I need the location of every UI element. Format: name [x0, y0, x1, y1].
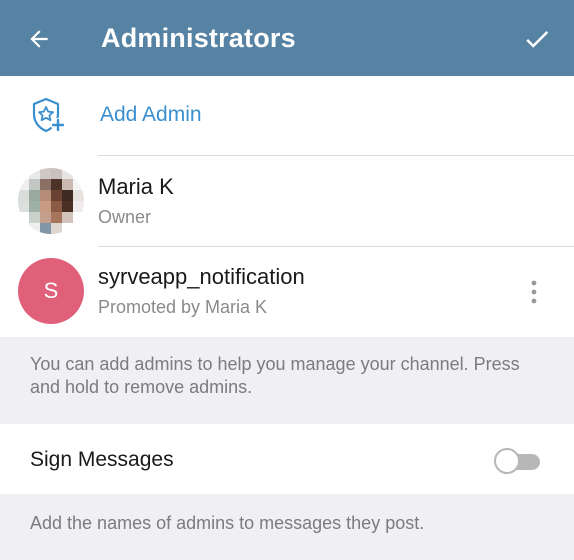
divider	[98, 155, 574, 156]
shield-star-plus-icon	[32, 97, 65, 133]
arrow-left-icon	[30, 30, 48, 48]
add-admin-button[interactable]: Add Admin	[0, 76, 574, 156]
admins-hint: You can add admins to help you manage yo…	[30, 354, 520, 397]
sign-messages-label: Sign Messages	[30, 448, 174, 471]
avatar: S	[18, 258, 84, 324]
app-bar: Administrators	[0, 0, 574, 76]
sign-messages-hint: Add the names of admins to messages they…	[30, 513, 425, 533]
more-vertical-icon	[531, 280, 537, 304]
confirm-button[interactable]	[518, 20, 556, 58]
toggle-knob	[494, 448, 520, 474]
avatar	[18, 168, 84, 234]
admin-role: Promoted by Maria K	[98, 297, 268, 317]
admin-role: Owner	[98, 207, 152, 227]
sign-messages-toggle[interactable]	[494, 448, 542, 474]
avatar-letter: S	[43, 278, 59, 303]
page-title: Administrators	[101, 23, 296, 53]
admin-row-owner[interactable]: Maria K Owner	[0, 157, 574, 247]
pixelated-photo	[18, 168, 84, 234]
back-button[interactable]	[20, 20, 58, 58]
admin-row-syrveapp[interactable]: S syrveapp_notification Promoted by Mari…	[0, 247, 574, 337]
more-options-button[interactable]	[520, 275, 548, 309]
checkmark-icon	[526, 30, 549, 48]
sign-messages-row[interactable]: Sign Messages	[0, 424, 574, 494]
admin-name: Maria K	[98, 174, 174, 199]
add-admin-label: Add Admin	[100, 103, 202, 126]
admin-name: syrveapp_notification	[98, 264, 305, 289]
